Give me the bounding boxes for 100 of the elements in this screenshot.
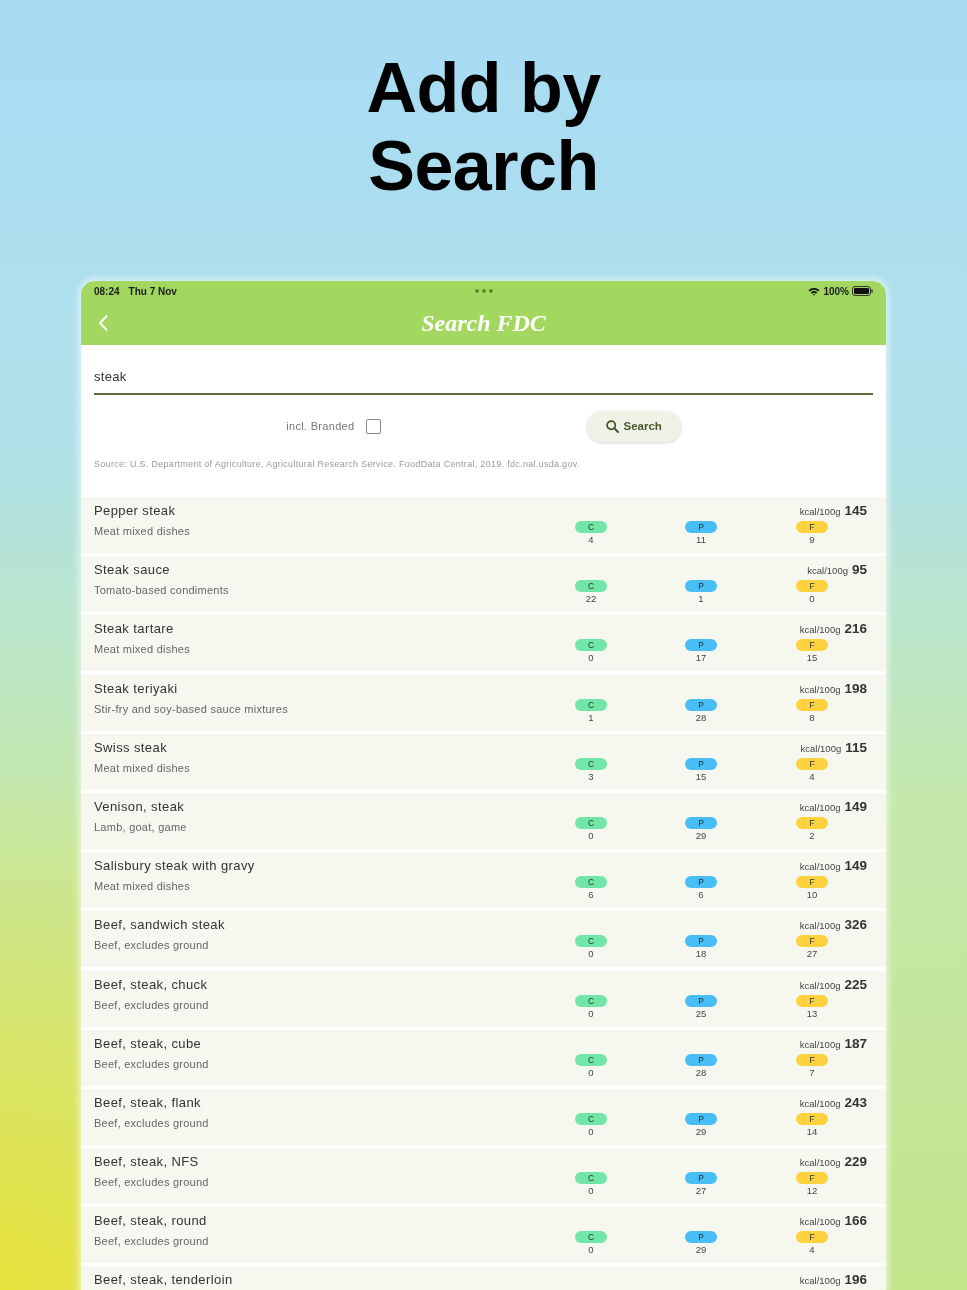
macro-value: 29 (695, 1125, 707, 1138)
kcal-unit: kcal/100g (799, 1156, 841, 1171)
macro-badge: P (685, 580, 717, 593)
macro-badge: P (685, 1231, 717, 1244)
kcal-unit: kcal/100g (799, 800, 841, 815)
macro-value: 0 (588, 829, 594, 842)
food-category: Beef, excludes ground (94, 1056, 209, 1071)
macro-badge: P (685, 935, 717, 948)
food-category: Beef, excludes ground (94, 1234, 209, 1249)
macro-badge: F (796, 1112, 828, 1125)
macro-value: 15 (695, 770, 707, 783)
battery-icon (852, 286, 873, 296)
macro-value: 13 (806, 1007, 818, 1020)
food-category: Meat mixed dishes (94, 524, 190, 538)
macro-value: 15 (806, 652, 818, 665)
kcal-value: 326 (844, 917, 867, 934)
macro-value: 1 (698, 593, 704, 606)
kcal-value: 216 (844, 621, 867, 638)
result-row[interactable]: Steak teriyaki Stir-fry and soy-based sauce mixtures kcal/100g 198 C 1 P 28 F 8 (81, 674, 886, 731)
result-row[interactable]: Swiss steak Meat mixed dishes kcal/100g 115 C 3 P 15 F 4 (81, 733, 886, 790)
kcal-value: 187 (844, 1035, 867, 1052)
macro-value: 4 (588, 534, 594, 546)
macro-value: 18 (695, 948, 707, 961)
macro-badge: F (796, 521, 828, 533)
kcal-unit: kcal/100g (800, 741, 842, 756)
macro-badge: F (796, 639, 828, 652)
macro-value: 0 (588, 1007, 594, 1020)
macro-badge: P (685, 1172, 717, 1185)
kcal-unit: kcal/100g (799, 1096, 841, 1111)
macro-badge: F (796, 994, 828, 1007)
food-category: Tomato-based condiments (94, 583, 229, 598)
kcal-unit: kcal/100g (799, 505, 841, 519)
food-name: Pepper steak (94, 503, 176, 519)
result-row[interactable]: Beef, steak, NFS Beef, excludes ground kcal/100g 229 C 0 P 27 F 12 (81, 1148, 886, 1205)
food-category: Meat mixed dishes (94, 642, 190, 657)
kcal-value: 225 (844, 976, 867, 993)
result-row[interactable]: Venison, steak Lamb, goat, game kcal/100g 149 C 0 P 29 F 2 (81, 792, 886, 849)
food-name: Beef, steak, NFS (94, 1154, 199, 1171)
food-category: Beef, excludes ground (94, 1115, 209, 1130)
macro-value: 0 (809, 593, 815, 606)
kcal-value: 166 (844, 1213, 867, 1230)
kcal-unit: kcal/100g (807, 564, 848, 579)
macro-badge: P (685, 757, 717, 770)
macro-value: 2 (809, 829, 815, 842)
macro-badge: F (796, 757, 828, 770)
macro-badge: C (575, 994, 607, 1007)
food-name: Beef, steak, round (94, 1213, 207, 1230)
macro-value: 0 (588, 1185, 594, 1198)
result-row[interactable]: Beef, steak, chuck Beef, excludes ground kcal/100g 225 C 0 P 25 F 13 (81, 970, 886, 1027)
macro-badge: F (796, 1172, 828, 1185)
macro-badge: C (575, 1172, 607, 1185)
kcal-value: 149 (844, 798, 867, 815)
result-row[interactable]: Beef, steak, cube Beef, excludes ground kcal/100g 187 C 0 P 28 F 7 (81, 1029, 886, 1086)
branded-checkbox[interactable] (366, 419, 382, 434)
macro-value: 1 (588, 711, 594, 724)
macro-badge: F (796, 1053, 828, 1066)
food-name: Steak sauce (94, 562, 170, 579)
macro-badge: P (685, 521, 717, 533)
search-icon (605, 420, 619, 433)
macro-badge: C (575, 757, 607, 770)
kcal-unit: kcal/100g (799, 682, 841, 697)
kcal-unit: kcal/100g (799, 1037, 841, 1052)
macro-badge: F (796, 876, 828, 889)
macro-value: 29 (695, 1244, 707, 1257)
macro-badge: P (685, 816, 717, 829)
macro-value: 6 (698, 889, 704, 902)
kcal-unit: kcal/100g (799, 1215, 841, 1230)
macro-badge: P (685, 639, 717, 652)
kcal-value: 196 (844, 1272, 867, 1289)
result-row[interactable]: Beef, sandwich steak Beef, excludes ground kcal/100g 326 C 0 P 18 F 27 (81, 911, 886, 968)
food-name: Beef, sandwich steak (94, 917, 225, 934)
macro-badge: C (575, 698, 607, 711)
status-time: 08:24 (94, 284, 120, 299)
result-row[interactable]: Pepper steak Meat mixed dishes kcal/100g 145 C 4 P 11 F 9 (81, 497, 886, 553)
food-name: Venison, steak (94, 798, 185, 815)
macro-value: 8 (809, 711, 815, 724)
food-name: Beef, steak, chuck (94, 976, 208, 993)
macro-badge: C (575, 639, 607, 652)
kcal-value: 95 (851, 562, 867, 579)
ellipsis-icon (474, 289, 493, 293)
result-row[interactable]: Beef, steak, flank Beef, excludes ground kcal/100g 243 C 0 P 29 F 14 (81, 1088, 886, 1145)
macro-value: 0 (588, 1244, 594, 1257)
search-button[interactable]: Search (586, 411, 681, 442)
macro-value: 27 (806, 948, 818, 961)
result-row[interactable]: Steak sauce Tomato-based condiments kcal/100g 95 C 22 P 1 F 0 (81, 556, 886, 613)
macro-badge: P (685, 994, 717, 1007)
macro-badge: F (796, 1231, 828, 1244)
macro-badge: F (796, 935, 828, 948)
macro-badge: C (575, 935, 607, 948)
battery-percent: 100% (823, 284, 849, 299)
result-row[interactable]: Steak tartare Meat mixed dishes kcal/100g 216 C 0 P 17 F 15 (81, 615, 886, 672)
food-name: Steak teriyaki (94, 680, 178, 697)
result-row[interactable]: Beef, steak, round Beef, excludes ground kcal/100g 166 C 0 P 29 F 4 (81, 1207, 886, 1264)
kcal-unit: kcal/100g (799, 623, 841, 638)
macro-value: 22 (585, 593, 597, 606)
result-row[interactable]: Beef, steak, tenderloin kcal/100g 196 (81, 1266, 886, 1290)
result-row[interactable]: Salisbury steak with gravy Meat mixed dishes kcal/100g 149 C 6 P 6 F 10 (81, 852, 886, 909)
macro-badge: C (575, 1112, 607, 1125)
kcal-value: 243 (844, 1094, 867, 1111)
kcal-value: 145 (844, 503, 867, 519)
